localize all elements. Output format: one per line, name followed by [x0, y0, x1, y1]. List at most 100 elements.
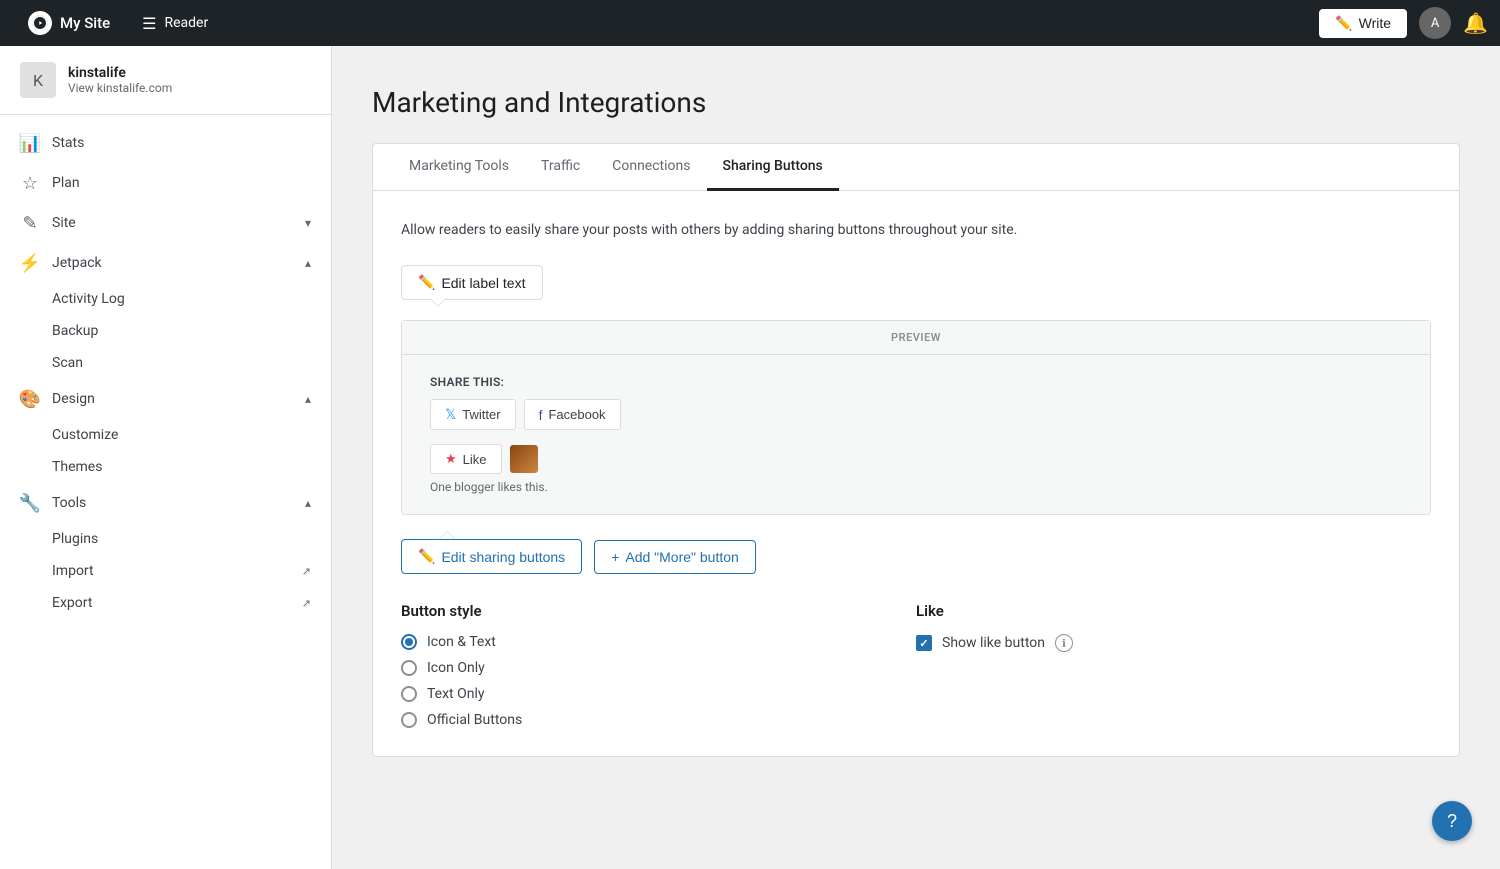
- jetpack-label: Jetpack: [52, 255, 293, 271]
- sidebar-item-plugins[interactable]: Plugins: [0, 523, 331, 555]
- edit-pencil-icon: ✏️: [418, 548, 435, 565]
- backup-label: Backup: [52, 323, 98, 339]
- share-this-label: SHARE THIS:: [430, 375, 1402, 389]
- chevron-up-icon2: ▴: [305, 392, 311, 406]
- edit-buttons-row: ✏️ Edit sharing buttons + Add "More" but…: [401, 539, 1431, 574]
- facebook-icon: f: [539, 407, 543, 423]
- sidebar-item-import[interactable]: Import ↗: [0, 555, 331, 587]
- show-like-button-item[interactable]: Show like button ℹ: [916, 634, 1431, 652]
- facebook-share-button[interactable]: f Facebook: [524, 399, 621, 430]
- share-buttons-row: 𝕏 Twitter f Facebook: [430, 399, 1402, 430]
- main-content: Marketing and Integrations Marketing Too…: [332, 46, 1500, 869]
- write-button[interactable]: ✏️ Write: [1319, 9, 1407, 38]
- chevron-down-icon: ▾: [305, 216, 311, 230]
- radio-official-buttons[interactable]: Official Buttons: [401, 712, 916, 728]
- edit-btn-tooltip-arrow: [439, 531, 455, 539]
- add-more-button[interactable]: + Add "More" button: [594, 540, 756, 574]
- wordpress-logo: [28, 11, 52, 35]
- one-blogger-text: One blogger likes this.: [430, 480, 1402, 494]
- write-icon: ✏️: [1335, 15, 1352, 32]
- sidebar-item-export[interactable]: Export ↗: [0, 587, 331, 619]
- radio-text-only[interactable]: Text Only: [401, 686, 916, 702]
- my-site-label: My Site: [60, 14, 110, 32]
- chevron-up-icon: ▴: [305, 256, 311, 270]
- top-navigation: My Site ☰ Reader ✏️ Write A 🔔: [0, 0, 1500, 46]
- sidebar-item-backup[interactable]: Backup: [0, 315, 331, 347]
- like-section-title: Like: [916, 602, 1431, 620]
- twitter-icon: 𝕏: [445, 406, 456, 423]
- radio-icon-only[interactable]: Icon Only: [401, 660, 916, 676]
- like-row: ★ Like: [430, 444, 1402, 474]
- design-label: Design: [52, 391, 293, 407]
- star-icon: ☆: [20, 173, 40, 193]
- radio-icon-text-input[interactable]: [401, 634, 417, 650]
- radio-icon-only-label: Icon Only: [427, 660, 485, 676]
- radio-text-only-input[interactable]: [401, 686, 417, 702]
- site-url: View kinstalife.com: [68, 81, 311, 95]
- radio-icon-only-input[interactable]: [401, 660, 417, 676]
- user-avatar[interactable]: A: [1419, 7, 1451, 39]
- tab-marketing-tools[interactable]: Marketing Tools: [393, 144, 525, 191]
- like-button[interactable]: ★ Like: [430, 444, 502, 474]
- twitter-share-button[interactable]: 𝕏 Twitter: [430, 399, 516, 430]
- tools-icon: 🔧: [20, 493, 40, 513]
- tools-label: Tools: [52, 495, 293, 511]
- marketing-card: Marketing Tools Traffic Connections Shar…: [372, 143, 1460, 757]
- button-style-section: Button style Icon & Text Icon Only: [401, 602, 916, 728]
- edit-label-text-button[interactable]: ✏️ Edit label text: [401, 265, 543, 300]
- sidebar-item-stats[interactable]: 📊 Stats: [0, 123, 331, 163]
- edit-sharing-buttons-button[interactable]: ✏️ Edit sharing buttons: [401, 539, 582, 574]
- jetpack-submenu: Activity Log Backup Scan: [0, 283, 331, 379]
- sidebar-item-themes[interactable]: Themes: [0, 451, 331, 483]
- jetpack-icon: ⚡: [20, 253, 40, 273]
- show-like-label: Show like button: [942, 635, 1045, 651]
- button-style-radio-group: Icon & Text Icon Only Text Only: [401, 634, 916, 728]
- preview-area: PREVIEW SHARE THIS: 𝕏 Twitter f Facebook: [401, 320, 1431, 515]
- bar-chart-icon: 📊: [20, 133, 40, 153]
- sidebar-item-activity-log[interactable]: Activity Log: [0, 283, 331, 315]
- sidebar-item-scan[interactable]: Scan: [0, 347, 331, 379]
- info-icon[interactable]: ℹ: [1055, 634, 1073, 652]
- radio-icon-text[interactable]: Icon & Text: [401, 634, 916, 650]
- tab-traffic[interactable]: Traffic: [525, 144, 596, 191]
- sidebar-navigation: 📊 Stats ☆ Plan ✎ Site ▾ ⚡ Jetpack ▴: [0, 115, 331, 627]
- card-body: Allow readers to easily share your posts…: [373, 191, 1459, 756]
- radio-icon-text-label: Icon & Text: [427, 634, 496, 650]
- radio-official-input[interactable]: [401, 712, 417, 728]
- button-style-title: Button style: [401, 602, 916, 620]
- blogger-avatar: [510, 445, 538, 473]
- notifications-bell[interactable]: 🔔: [1463, 11, 1488, 35]
- sidebar-item-customize[interactable]: Customize: [0, 419, 331, 451]
- site-switcher[interactable]: K kinstalife View kinstalife.com: [0, 46, 331, 115]
- themes-label: Themes: [52, 459, 102, 475]
- sidebar-item-design[interactable]: 🎨 Design ▴: [0, 379, 331, 419]
- preview-body: SHARE THIS: 𝕏 Twitter f Facebook: [402, 355, 1430, 514]
- tab-connections[interactable]: Connections: [596, 144, 706, 191]
- star-like-icon: ★: [445, 451, 457, 467]
- import-label: Import: [52, 563, 94, 579]
- like-settings-section: Like Show like button ℹ: [916, 602, 1431, 728]
- tab-sharing-buttons[interactable]: Sharing Buttons: [707, 144, 839, 191]
- sidebar-item-plan[interactable]: ☆ Plan: [0, 163, 331, 203]
- site-label: Site: [52, 215, 293, 231]
- sidebar-item-site[interactable]: ✎ Site ▾: [0, 203, 331, 243]
- pencil-icon: ✎: [20, 213, 40, 233]
- sidebar-item-tools[interactable]: 🔧 Tools ▴: [0, 483, 331, 523]
- reader-nav[interactable]: ☰ Reader: [126, 0, 224, 46]
- settings-grid: Button style Icon & Text Icon Only: [401, 602, 1431, 728]
- preview-header: PREVIEW: [402, 321, 1430, 355]
- tab-bar: Marketing Tools Traffic Connections Shar…: [373, 144, 1459, 191]
- show-like-checkbox[interactable]: [916, 635, 932, 651]
- plugins-label: Plugins: [52, 531, 98, 547]
- sharing-description: Allow readers to easily share your posts…: [401, 219, 1431, 241]
- plus-icon: +: [611, 549, 619, 565]
- sidebar-item-jetpack[interactable]: ⚡ Jetpack ▴: [0, 243, 331, 283]
- my-site-nav[interactable]: My Site: [12, 0, 126, 46]
- help-button[interactable]: ?: [1432, 801, 1472, 841]
- site-icon: K: [20, 62, 56, 98]
- tooltip-arrow: [430, 299, 446, 307]
- pencil-edit-icon: ✏️: [418, 274, 435, 291]
- edit-label-section: ✏️ Edit label text: [401, 265, 1431, 300]
- tools-submenu: Plugins Import ↗ Export ↗: [0, 523, 331, 619]
- sidebar: K kinstalife View kinstalife.com 📊 Stats…: [0, 46, 332, 869]
